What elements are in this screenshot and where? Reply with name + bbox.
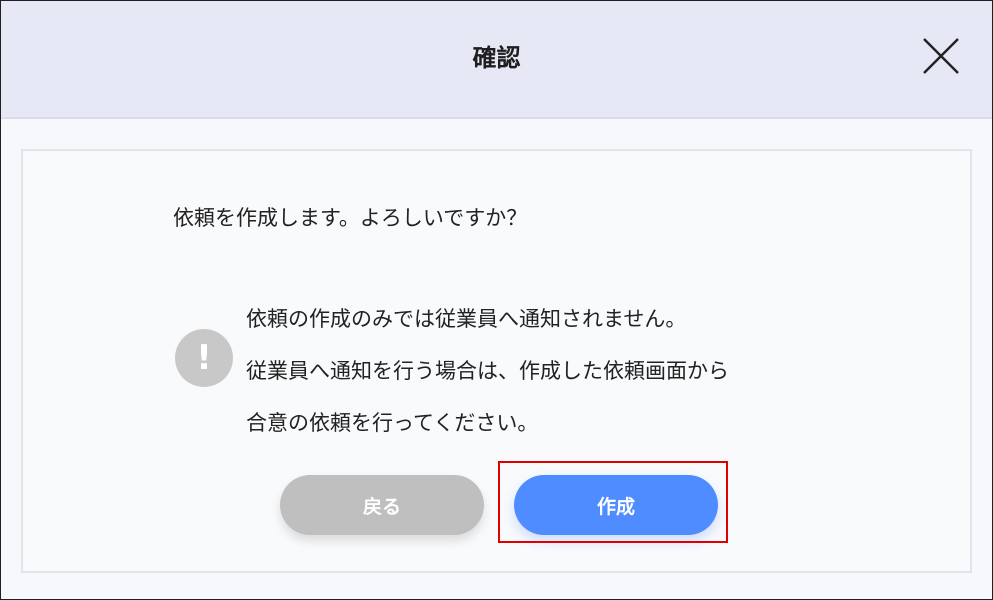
exclamation-icon: ! <box>175 329 233 387</box>
dialog-body: 依頼を作成します。よろしいですか？ ! 依頼の作成のみでは従業員へ通知されません… <box>21 149 972 573</box>
notice-line-1: 依頼の作成のみでは従業員へ通知されません。 <box>246 307 687 331</box>
back-button[interactable]: 戻る <box>280 475 484 535</box>
create-button[interactable]: 作成 <box>514 475 718 535</box>
dialog-title: 確認 <box>472 44 521 72</box>
confirm-question: 依頼を作成します。よろしいですか？ <box>173 206 528 230</box>
notice-line-2: 従業員へ通知を行う場合は、作成した依頼画面から <box>246 359 729 383</box>
dialog-header: 確認 <box>1 1 992 119</box>
notice-line-3: 合意の依頼を行ってください。 <box>246 411 539 435</box>
confirm-dialog: 確認 依頼を作成します。よろしいですか？ ! 依頼の作成のみでは従業員へ通知され… <box>0 0 993 600</box>
close-icon[interactable] <box>922 37 960 75</box>
notice-text: 依頼の作成のみでは従業員へ通知されません。 従業員へ通知を行う場合は、作成した依… <box>246 293 729 449</box>
